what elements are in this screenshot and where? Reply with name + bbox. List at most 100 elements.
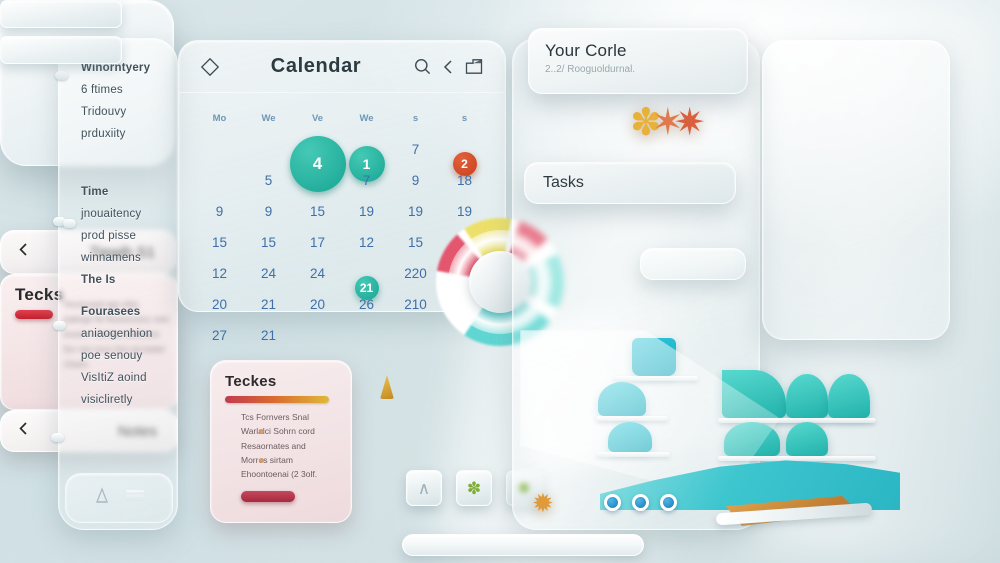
- teal-dome-4: [786, 374, 828, 418]
- sidebar-item-0-3[interactable]: prduxiity: [59, 123, 177, 145]
- right-rail-panel: [762, 40, 950, 340]
- sidebar-handle-top[interactable]: [55, 71, 68, 80]
- calendar-day-cell[interactable]: 5: [244, 173, 293, 188]
- calendar-day-cell[interactable]: 210: [391, 297, 440, 312]
- calendar-day-cell[interactable]: 21: [244, 297, 293, 312]
- inbox-icon[interactable]: [461, 57, 487, 76]
- calendar-dow-row: Mo We Ve We s s: [195, 103, 489, 134]
- calendar-day-cell[interactable]: 24: [293, 266, 342, 281]
- toggle-dot-3[interactable]: [660, 494, 677, 511]
- sidebar-item-1-3[interactable]: winnamens: [59, 247, 177, 269]
- calendar-day-cell[interactable]: 12: [342, 235, 391, 250]
- star-cluster-decor: ✽✶✷: [630, 102, 706, 144]
- icon-button-1[interactable]: ✽: [456, 470, 492, 506]
- sidebar-item-0-1[interactable]: 6 ftimes: [59, 79, 177, 101]
- teckes-note-line: Warlalci Sohrn cord: [241, 425, 351, 437]
- toggle-dot-1[interactable]: [604, 494, 621, 511]
- chevron-left-icon[interactable]: [17, 241, 30, 263]
- sidebar-item-2-3[interactable]: VisItiZ aoind: [59, 367, 177, 389]
- calendar-dow-4: s: [412, 113, 419, 124]
- calendar-day-cell[interactable]: 9: [391, 173, 440, 188]
- teal-dome-7: [786, 422, 828, 456]
- sidebar-handle-low[interactable]: [53, 321, 66, 330]
- calendar-day-cell[interactable]: 7: [342, 173, 391, 188]
- stacked-card-1[interactable]: [0, 0, 122, 28]
- calendar-day-badge[interactable]: 21: [354, 275, 379, 300]
- teckes-note-body: Tcs Fornvers Snal Warlalci Sohrn cord Resa…: [211, 411, 351, 481]
- page-title: Calendar: [270, 55, 362, 77]
- calendar-day-cell[interactable]: 19: [440, 204, 489, 219]
- sidebar-item-1-2[interactable]: prod pisse: [59, 225, 177, 247]
- list-icon[interactable]: [124, 487, 146, 510]
- calendar-day-cell[interactable]: 15: [244, 235, 293, 250]
- calendar-dow-2: Ve: [311, 113, 324, 124]
- sidebar: Winorntyery 6 ftimes Tridouvy prduxiity Tim…: [51, 38, 178, 530]
- calendar-day-cell[interactable]: 15: [391, 235, 440, 250]
- calendar-week-row: 9 9 15 19 19 19: [195, 196, 489, 227]
- toggle-dot-2[interactable]: [632, 494, 649, 511]
- calendar-day-cell[interactable]: 20: [195, 297, 244, 312]
- tasks-label: Tasks: [543, 174, 584, 191]
- sidebar-item-2-1[interactable]: aniaogenhion: [59, 323, 177, 345]
- calendar-day-cell[interactable]: 19: [391, 204, 440, 219]
- calendar-day-cell[interactable]: 15: [195, 235, 244, 250]
- calendar-week-row: 27 21: [195, 320, 489, 351]
- calendar-day-cell[interactable]: 21: [244, 328, 293, 343]
- calendar-day-cell[interactable]: 20: [293, 297, 342, 312]
- teckes-note-line: Resaornates and: [241, 440, 306, 451]
- calendar-header: Calendar: [179, 41, 505, 93]
- sidebar-item-2-4[interactable]: visicliretly: [59, 389, 177, 411]
- star-small-decor: ✹: [532, 488, 554, 518]
- chevron-left-icon[interactable]: [435, 58, 461, 76]
- sidebar-toolbar: [65, 473, 173, 523]
- calendar-day-cell[interactable]: 24: [244, 266, 293, 281]
- icon-button-0[interactable]: ∧: [406, 470, 442, 506]
- teckes-note-line: Tcs Fornvers Snal: [241, 412, 310, 422]
- calendar-day-cell[interactable]: 27: [195, 328, 244, 343]
- star-glyph-2: ✷: [673, 102, 706, 144]
- sidebar-handle-mid2[interactable]: [63, 219, 76, 228]
- calendar-day-cell[interactable]: 19: [342, 204, 391, 219]
- calendar-day-cell[interactable]: 26: [342, 297, 391, 312]
- sidebar-item-2-0[interactable]: Fourasees: [59, 301, 177, 323]
- sidebar-item-0-2[interactable]: Tridouvy: [59, 101, 177, 123]
- sidebar-item-1-1[interactable]: jnouaitency: [59, 203, 177, 225]
- calendar-dow-5: s: [461, 113, 468, 124]
- star-glyph-0: ✽: [630, 102, 662, 144]
- sidebar-handle-bottom[interactable]: [51, 433, 64, 442]
- calendar-day-cell[interactable]: 9: [195, 204, 244, 219]
- tasks-header-card[interactable]: Tasks: [524, 162, 736, 204]
- calendar-day-cell[interactable]: 12: [195, 266, 244, 281]
- calendar-day-badge[interactable]: 4: [289, 135, 346, 192]
- chevron-left-icon[interactable]: [17, 420, 30, 442]
- caret-up-icon: ∧: [417, 478, 431, 498]
- teckes-note-title: Teckes: [225, 373, 277, 390]
- star-glyph-1: ✶: [651, 102, 684, 144]
- calendar-week-row: 4172: [195, 134, 489, 192]
- bar-chart-icon[interactable]: [92, 486, 112, 511]
- calendar-dow-1: We: [261, 113, 276, 124]
- teckes-note-line: Morres sirtam: [241, 454, 351, 466]
- sidebar-item-2-2[interactable]: poe senouy: [59, 345, 177, 367]
- calendar-day-cell[interactable]: 7: [391, 142, 440, 157]
- calendar-day-cell[interactable]: 17: [293, 235, 342, 250]
- teckes-accent-bar: [225, 396, 329, 403]
- diamond-icon[interactable]: [197, 57, 223, 77]
- stacked-card-2[interactable]: [0, 36, 122, 64]
- teal-dome-5: [828, 374, 870, 418]
- tecks-accent-bar: [15, 310, 53, 319]
- tasks-row-item[interactable]: [640, 248, 746, 280]
- your-corle-card[interactable]: Your Corle 2..2/ Rooguoldurnal.: [528, 28, 748, 94]
- calendar-day-badge[interactable]: 2: [452, 151, 477, 176]
- teckes-action-button[interactable]: [241, 490, 295, 502]
- calendar-day-cell[interactable]: 9: [244, 204, 293, 219]
- calendar-day-cell[interactable]: 220: [391, 266, 440, 281]
- bottom-search-pill[interactable]: [402, 534, 644, 556]
- sidebar-item-1-0[interactable]: Time: [59, 181, 177, 203]
- calendar-day-cell[interactable]: 15: [293, 204, 342, 219]
- teckes-note-line: Ehoontoenai (2 3olf.: [241, 469, 318, 480]
- sidebar-item-1-4[interactable]: The Is: [59, 269, 177, 291]
- your-corle-subtitle: 2..2/ Rooguoldurnal.: [545, 64, 636, 75]
- search-icon[interactable]: [409, 57, 435, 76]
- calendar-day-cell[interactable]: 18: [440, 173, 489, 188]
